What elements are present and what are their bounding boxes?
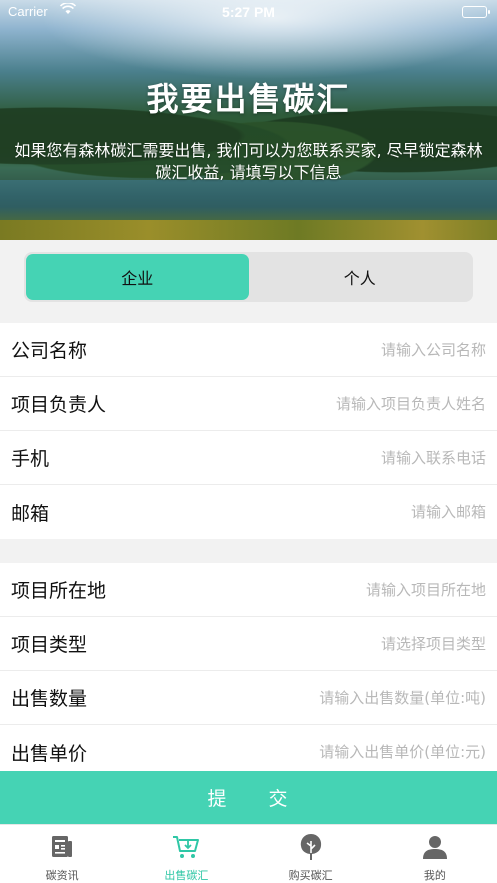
news-icon bbox=[48, 833, 76, 861]
tab-mine[interactable]: 我的 bbox=[373, 825, 497, 883]
hero-grass bbox=[0, 220, 497, 240]
project-type-label: 项目类型 bbox=[11, 634, 88, 656]
page-description: 如果您有森林碳汇需要出售, 我们可以为您联系买家, 尽早锁定森林碳汇收益, 请填… bbox=[14, 141, 483, 182]
tab-news-label: 碳资讯 bbox=[45, 869, 79, 882]
company-label: 公司名称 bbox=[11, 340, 88, 362]
segment-individual[interactable]: 个人 bbox=[249, 254, 472, 300]
tree-icon bbox=[297, 833, 325, 861]
submit-button[interactable]: 提 交 bbox=[0, 771, 497, 824]
project-info-form: 项目所在地 项目类型 出售数量 出售单价 bbox=[0, 563, 497, 779]
page-title: 我要出售碳汇 bbox=[146, 80, 351, 118]
type-selector-area: 企业 个人 bbox=[0, 240, 497, 323]
manager-label: 项目负责人 bbox=[11, 394, 107, 416]
phone-label: 手机 bbox=[11, 448, 50, 470]
quantity-label: 出售数量 bbox=[11, 688, 88, 710]
project-type-select[interactable] bbox=[226, 634, 486, 653]
cart-download-icon bbox=[172, 833, 200, 861]
price-input[interactable] bbox=[226, 743, 486, 761]
battery-icon bbox=[462, 6, 490, 18]
segment-enterprise[interactable]: 企业 bbox=[26, 254, 249, 300]
form-row-company: 公司名称 bbox=[0, 323, 497, 377]
price-label: 出售单价 bbox=[11, 742, 88, 765]
hero-lake bbox=[0, 180, 497, 225]
tab-sell[interactable]: 出售碳汇 bbox=[124, 825, 248, 883]
submit-char-1: 提 bbox=[207, 789, 229, 810]
status-time: 5:27 PM bbox=[222, 4, 275, 20]
type-segmented-control: 企业 个人 bbox=[24, 252, 473, 302]
tab-bar: 碳资讯 出售碳汇 购买碳汇 我的 bbox=[0, 824, 497, 883]
tab-buy-label: 购买碳汇 bbox=[288, 869, 333, 882]
email-label: 邮箱 bbox=[11, 502, 50, 525]
form-row-location: 项目所在地 bbox=[0, 563, 497, 617]
email-input[interactable] bbox=[226, 503, 486, 521]
tab-mine-label: 我的 bbox=[423, 869, 446, 882]
form-row-phone: 手机 bbox=[0, 431, 497, 485]
company-name-input[interactable] bbox=[226, 340, 486, 359]
hero-banner: Carrier 5:27 PM 我要出售碳汇 如果您有森林碳汇需要出售, 我们可… bbox=[0, 0, 497, 240]
form-row-project-type: 项目类型 bbox=[0, 617, 497, 671]
submit-char-2: 交 bbox=[268, 789, 290, 810]
form-row-manager: 项目负责人 bbox=[0, 377, 497, 431]
tab-news[interactable]: 碳资讯 bbox=[0, 825, 124, 883]
contact-info-form: 公司名称 项目负责人 手机 邮箱 bbox=[0, 323, 497, 539]
location-label: 项目所在地 bbox=[11, 580, 107, 602]
tab-buy[interactable]: 购买碳汇 bbox=[249, 825, 373, 883]
phone-input[interactable] bbox=[226, 448, 486, 467]
manager-name-input[interactable] bbox=[226, 394, 486, 413]
form-row-email: 邮箱 bbox=[0, 485, 497, 539]
person-icon bbox=[421, 833, 449, 861]
tab-sell-label: 出售碳汇 bbox=[164, 869, 209, 882]
location-input[interactable] bbox=[226, 580, 486, 599]
form-row-quantity: 出售数量 bbox=[0, 671, 497, 725]
status-bar: Carrier 5:27 PM bbox=[0, 0, 497, 24]
quantity-input[interactable] bbox=[226, 688, 486, 707]
